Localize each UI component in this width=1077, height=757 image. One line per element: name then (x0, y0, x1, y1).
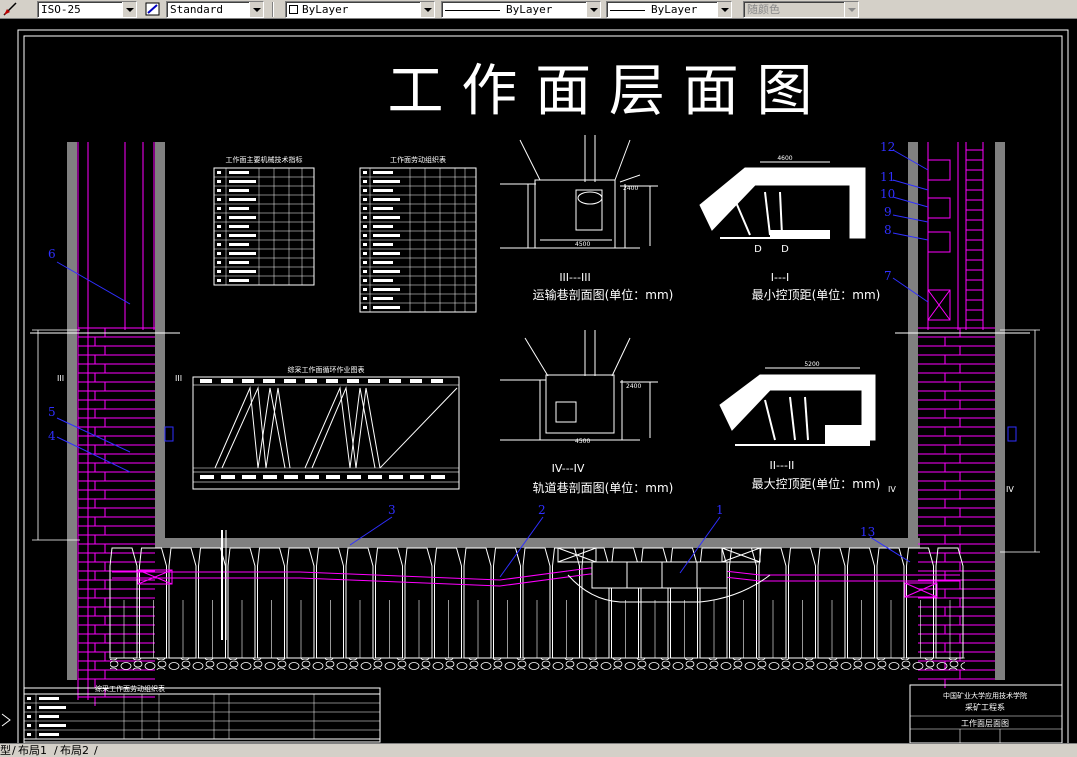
chevron-down-icon (844, 2, 858, 17)
cycle-chart: 综采工作面循环作业图表 (192, 365, 460, 490)
mark-iii-right: III (175, 374, 182, 383)
dimstyle-value: ISO-25 (41, 3, 81, 16)
callout-11: 11 (880, 170, 895, 184)
linetype-value: ByLayer (506, 3, 553, 16)
mark-iv-right: IV (1006, 485, 1014, 494)
section-iii-caption: 运输巷剖面图(单位：mm) (533, 287, 674, 302)
layer-value: ByLayer (302, 3, 349, 16)
dim-2400b: 2400 (626, 383, 641, 390)
dimstyle-select[interactable]: ISO-25 (37, 1, 137, 18)
dim-4600: 4600 (777, 155, 792, 162)
dim-d-2: D (781, 244, 789, 255)
section-i-label: I---I (771, 271, 789, 284)
callout-13: 13 (860, 525, 875, 539)
gob-rock (110, 658, 965, 670)
left-brick-rows (78, 327, 155, 706)
tab-separator: / (94, 744, 98, 757)
dim-4500b: 4500 (575, 438, 590, 445)
dim-4500: 4500 (575, 241, 590, 248)
callout-12: 12 (880, 140, 895, 154)
tab-layout2[interactable]: 布局2 (60, 744, 89, 757)
ladder-rungs (966, 149, 983, 321)
callout-5: 5 (48, 405, 56, 419)
lineweight-value: ByLayer (651, 3, 698, 16)
layout-tabs: 型 / 布局1 / 布局2 / (0, 743, 1077, 757)
labor-org-table: 工作面劳动组织表 (359, 155, 477, 313)
tb-title: 工作面层面图 (961, 718, 1009, 728)
cycle-title: 综采工作面循环作业图表 (288, 365, 365, 374)
chevron-down-icon[interactable] (586, 2, 600, 17)
chevron-down-icon[interactable] (420, 2, 434, 17)
section-marks (164, 426, 1017, 442)
ucs-icon (1, 713, 11, 727)
dimension-style-icon[interactable] (2, 1, 20, 17)
tb-school: 中国矿业大学应用技术学院 (943, 691, 1027, 700)
dimension-lines (32, 329, 1040, 553)
callout-10: 10 (880, 187, 895, 201)
callout-7: 7 (884, 269, 892, 283)
tab-separator: / (54, 744, 58, 757)
section-iii-label: III---III (559, 271, 590, 284)
section-iv-caption: 轨道巷剖面图(单位：mm) (533, 480, 674, 495)
color-swatch-icon (289, 5, 298, 14)
callout-leaders (56, 149, 929, 578)
mark-iv-left: IV (888, 485, 896, 494)
dim-5200: 5200 (804, 361, 819, 368)
face-shields (109, 547, 964, 659)
section-ii-support (719, 367, 876, 446)
bottom-labor-table: 综采工作面劳动组织表 (23, 684, 381, 743)
callout-4: 4 (48, 429, 56, 443)
properties-toolbar: ISO-25 Standard ByLayer ByLayer ByLayer … (0, 0, 1077, 19)
lineweight-preview (610, 9, 645, 11)
textstyle-value: Standard (170, 3, 223, 16)
callout-9: 9 (884, 205, 892, 219)
title-block: 中国矿业大学应用技术学院 采矿工程系 工作面层面图 (909, 684, 1063, 743)
lineweight-select[interactable]: ByLayer (606, 1, 732, 18)
chevron-down-icon[interactable] (249, 2, 263, 17)
section-iv-label: IV---IV (552, 462, 585, 475)
drawing-title: 工 作 面 层 面 图 (387, 59, 812, 124)
toolbar-separator (272, 2, 274, 17)
callout-1: 1 (716, 503, 724, 517)
callout-8: 8 (884, 223, 892, 237)
drawing-canvas[interactable]: 工 作 面 层 面 图 III III IV IV 工作面主要机械技术指标 工作… (0, 19, 1077, 743)
plotstyle-value: 随颜色 (747, 3, 780, 16)
section-i-caption: 最小控顶距(单位：mm) (752, 287, 881, 302)
table1-title: 工作面主要机械技术指标 (226, 155, 303, 164)
textstyle-select[interactable]: Standard (166, 1, 264, 18)
dim-2400: 2400 (623, 185, 638, 192)
section-ii-label: II---II (770, 459, 795, 472)
table2-title: 工作面劳动组织表 (390, 155, 446, 164)
callout-6: 6 (48, 247, 56, 261)
text-style-icon[interactable] (144, 1, 162, 17)
section-ii-caption: 最大控顶距(单位：mm) (752, 476, 881, 491)
callout-3: 3 (388, 503, 396, 517)
dim-d-1: D (754, 244, 762, 255)
autocad-window: ISO-25 Standard ByLayer ByLayer ByLayer … (0, 0, 1077, 757)
machine-spec-table: 工作面主要机械技术指标 (213, 155, 315, 286)
chevron-down-icon[interactable] (122, 2, 136, 17)
labor-title: 综采工作面劳动组织表 (95, 684, 165, 693)
tb-dept: 采矿工程系 (965, 702, 1005, 712)
tab-layout1[interactable]: 布局1 (18, 744, 47, 757)
plotstyle-select: 随颜色 (743, 1, 859, 18)
callout-2: 2 (538, 503, 546, 517)
linetype-select[interactable]: ByLayer (441, 1, 601, 18)
right-brick-rows (918, 327, 995, 688)
linetype-preview (445, 9, 500, 11)
tab-model[interactable]: 型 (0, 744, 11, 757)
section-i-support (699, 161, 866, 239)
tab-separator: / (12, 744, 16, 757)
mark-iii-left: III (57, 374, 64, 383)
chevron-down-icon[interactable] (717, 2, 731, 17)
layer-select[interactable]: ByLayer (285, 1, 435, 18)
